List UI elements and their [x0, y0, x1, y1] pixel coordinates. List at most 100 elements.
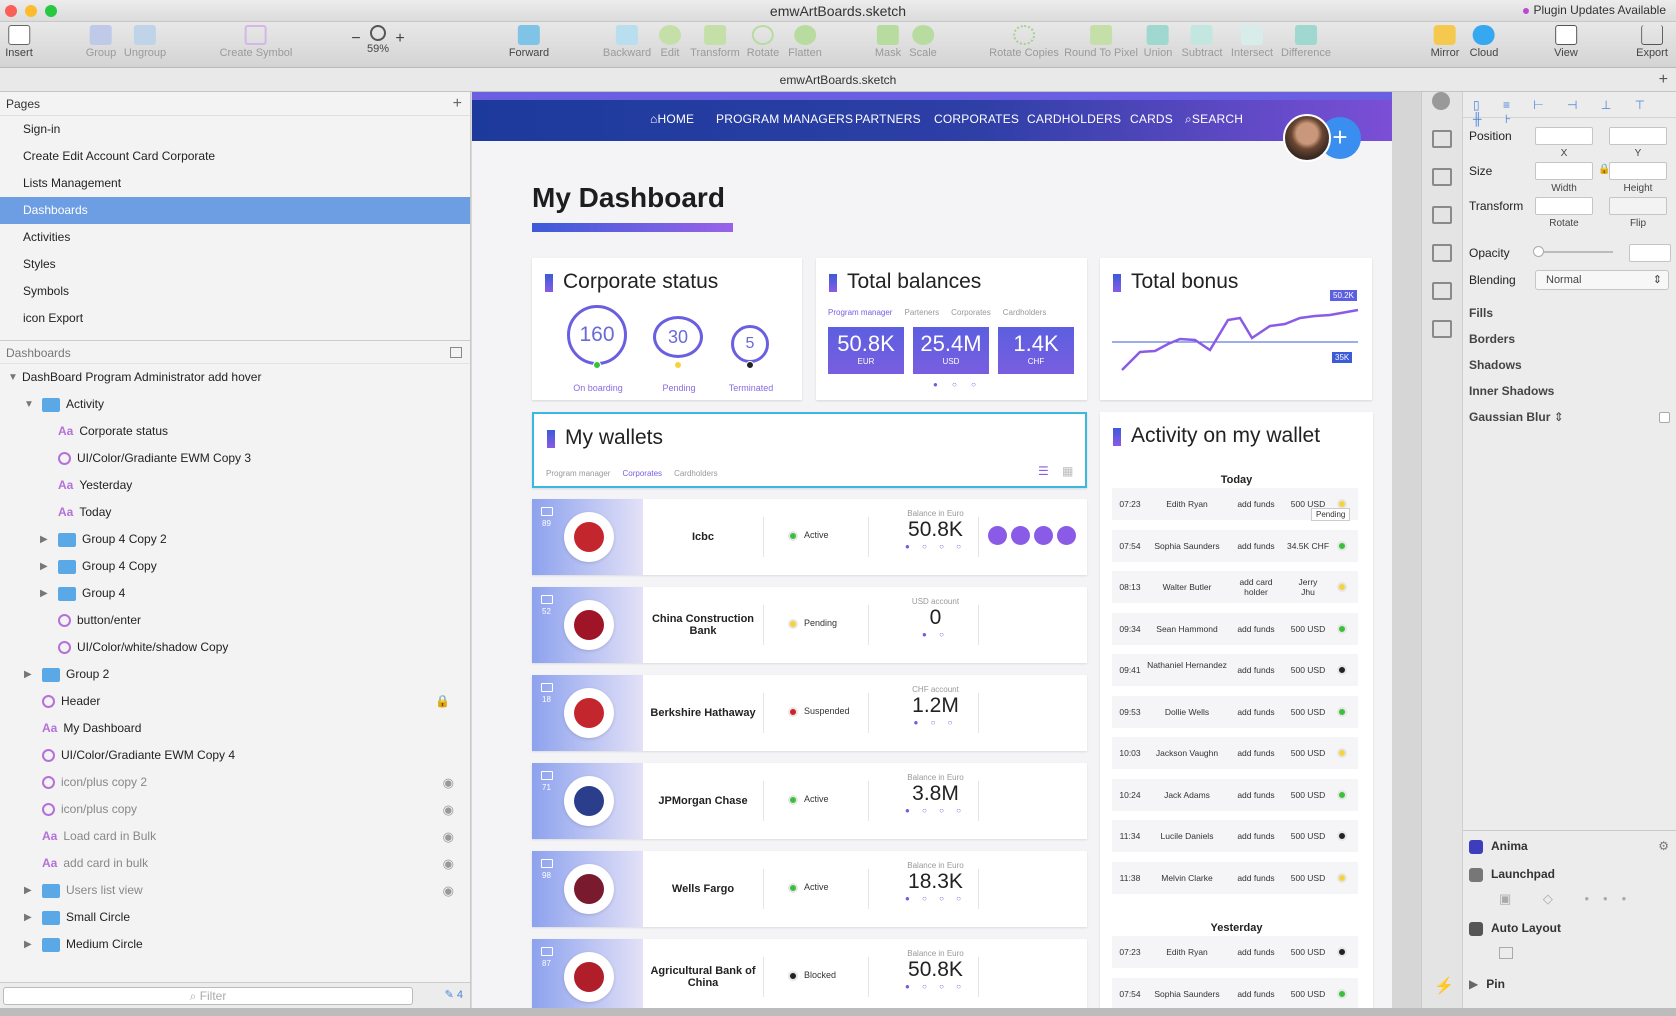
layer-row[interactable]: Aa My Dashboard [0, 715, 470, 742]
layer-row[interactable]: ▼ Activity [0, 391, 470, 418]
total-balances-card[interactable]: Total balances Program manager Parteners C… [816, 258, 1087, 400]
total-bonus-card[interactable]: Total bonus 50.2K 35K [1100, 258, 1372, 400]
wallet-row[interactable]: 52 China Construction Bank Pending USD acco… [532, 587, 1087, 663]
grid-view-icon[interactable]: ▦ [1062, 464, 1073, 478]
wallet-row[interactable]: 18 Berkshire Hathaway Suspended CHF account… [532, 675, 1087, 751]
list-icon[interactable] [1432, 206, 1452, 224]
layer-row[interactable]: Header 🔒 [0, 688, 470, 715]
forward-button[interactable]: Forward [509, 25, 549, 59]
balance-pagination[interactable]: ● ○ ○ ○ [893, 982, 978, 991]
disclosure-closed-icon[interactable]: ▶ [40, 553, 48, 580]
activity-row[interactable]: 07:23 Edith Ryan add funds 500 USD [1112, 936, 1358, 968]
activity-row[interactable]: 07:54 Sophia Saunders add funds 34.5K CHF [1112, 529, 1358, 562]
balance-pagination[interactable]: ● ○ ○ ○ [893, 806, 978, 815]
activity-row[interactable]: 09:41 Nathaniel Hernandez add funds 500 USD [1112, 654, 1358, 686]
page-item[interactable]: Symbols [0, 278, 470, 305]
disclosure-closed-icon[interactable]: ▶ [24, 931, 32, 958]
borders-section[interactable]: Borders [1469, 332, 1515, 346]
wallet-row[interactable]: 87 Agricultural Bank of China Blocked Balan… [532, 939, 1087, 1008]
page-item[interactable]: Styles [0, 251, 470, 278]
layer-row[interactable]: UI/Color/white/shadow Copy [0, 634, 470, 661]
info-icon[interactable] [1011, 526, 1030, 545]
image-edit-icon[interactable] [1432, 282, 1452, 300]
nav-corporates[interactable]: CORPORATES [934, 112, 1019, 126]
zoom-in-button[interactable]: + [395, 30, 404, 48]
tab-corporates[interactable]: Corporates [951, 308, 991, 317]
layer-row[interactable]: ▶ Group 2 [0, 661, 470, 688]
position-x-input[interactable] [1535, 127, 1593, 145]
balances-pagination[interactable]: ● ○ ○ [933, 380, 982, 389]
intersect-button[interactable]: Intersect [1231, 25, 1273, 59]
plugin-updates-link[interactable]: Plugin Updates Available [1523, 3, 1666, 17]
balance-pagination[interactable]: ● ○ ○ ○ [893, 894, 978, 903]
activity-row[interactable]: 11:38 Melvin Clarke add funds 500 USD [1112, 861, 1358, 894]
inner-shadows-section[interactable]: Inner Shadows [1469, 384, 1554, 398]
opacity-input[interactable] [1629, 244, 1671, 262]
auto-layout-option-icon[interactable] [1499, 947, 1513, 959]
nav-partners[interactable]: PARTNERS [855, 112, 921, 126]
activity-card[interactable]: Activity on my wallet Today 07:23 Edith R… [1100, 412, 1373, 1008]
disclosure-open-icon[interactable]: ▼ [24, 391, 34, 418]
balance-pagination[interactable]: ● ○ ○ ○ [893, 542, 978, 551]
page-item[interactable]: Sign-in [0, 116, 470, 143]
user-icon[interactable] [1034, 526, 1053, 545]
page-item[interactable]: Create Edit Account Card Corporate [0, 143, 470, 170]
resize-icon[interactable] [1432, 244, 1452, 262]
balance-pagination[interactable]: ● ○ [893, 630, 978, 639]
corporate-status-card[interactable]: Corporate status 160 On boarding 30 Pend… [532, 258, 802, 400]
disclosure-closed-icon[interactable]: ▶ [24, 904, 32, 931]
nav-search[interactable]: ⌕SEARCH [1185, 112, 1243, 127]
layer-row[interactable]: ▼ DashBoard Program Administrator add hov… [0, 364, 470, 391]
insert-button[interactable]: Insert [5, 25, 33, 59]
visibility-eye-icon[interactable]: ◉ [443, 877, 454, 904]
filter-count[interactable]: ✎ 4 [445, 988, 463, 1001]
flatten-button[interactable]: Flatten [788, 25, 822, 59]
opacity-slider-knob[interactable] [1533, 246, 1544, 257]
disclosure-closed-icon[interactable]: ▶ [24, 877, 32, 904]
new-tab-plus-icon[interactable]: + [1659, 68, 1668, 92]
align-icons[interactable]: ▯ ≡ ⊢ ⊣ ⊥ ⊤ ╫ ⊦ [1473, 98, 1676, 126]
layer-row[interactable]: button/enter [0, 607, 470, 634]
layer-row[interactable]: UI/Color/Gradiante EWM Copy 3 [0, 445, 470, 472]
mask-button[interactable]: Mask [875, 25, 901, 59]
add-page-plus-icon[interactable]: + [453, 92, 462, 116]
activity-row[interactable]: 11:34 Lucile Daniels add funds 500 USD [1112, 820, 1358, 852]
launchpad-row[interactable]: Launchpad [1469, 867, 1555, 882]
layer-row[interactable]: ▶ Group 4 [0, 580, 470, 607]
disclosure-closed-icon[interactable]: ▶ [40, 580, 48, 607]
page-item[interactable]: Activities [0, 224, 470, 251]
visibility-eye-icon[interactable]: ◉ [443, 796, 454, 823]
balance-chf[interactable]: 1.4K CHF [998, 327, 1074, 374]
wallet-row[interactable]: 98 Wells Fargo Active Balance in Euro 18.3K ●… [532, 851, 1087, 927]
rotate-button[interactable]: Rotate [747, 25, 779, 59]
position-y-input[interactable] [1609, 127, 1667, 145]
difference-button[interactable]: Difference [1281, 25, 1331, 59]
layer-row[interactable]: Aa Load card in Bulk ◉ [0, 823, 470, 850]
shadows-section[interactable]: Shadows [1469, 358, 1522, 372]
nav-cardholders[interactable]: CARDHOLDERS [1027, 112, 1121, 126]
page-item[interactable]: Dashboards [0, 197, 470, 224]
launchpad-actions[interactable]: ▣ ◇ ••• [1499, 891, 1640, 907]
blending-select[interactable]: Normal ⇕ [1535, 270, 1669, 290]
gaussian-blur-section[interactable]: Gaussian Blur ⇕ [1469, 410, 1564, 424]
anima-header[interactable]: Anima [1469, 839, 1528, 854]
activity-row[interactable]: 07:23 Edith Ryan add funds 500 USD Pending [1112, 488, 1358, 521]
layer-row[interactable]: Aa add card in bulk ◉ [0, 850, 470, 877]
visibility-eye-icon[interactable]: ◉ [443, 769, 454, 796]
mirror-button[interactable]: Mirror [1431, 25, 1459, 59]
lightning-icon[interactable]: ⚡ [1434, 976, 1454, 996]
backward-button[interactable]: Backward [603, 25, 651, 59]
zoom-level[interactable]: 59% [367, 25, 389, 55]
gaussian-blur-checkbox[interactable] [1659, 412, 1670, 423]
upload-icon[interactable] [1432, 130, 1452, 148]
edit-icon[interactable] [988, 526, 1007, 545]
union-button[interactable]: Union [1144, 25, 1172, 59]
layer-row[interactable]: ▶ Group 4 Copy 2 [0, 526, 470, 553]
create-symbol-button[interactable]: Create Symbol [220, 25, 292, 59]
auto-layout-row[interactable]: Auto Layout [1469, 921, 1561, 936]
user-avatar[interactable] [1283, 114, 1331, 162]
layer-filter-input[interactable]: ⌕ Filter [3, 987, 413, 1005]
layer-row[interactable]: UI/Color/Gradiante EWM Copy 4 [0, 742, 470, 769]
visibility-eye-icon[interactable]: ◉ [443, 850, 454, 877]
rotate-copies-button[interactable]: Rotate Copies [989, 25, 1059, 59]
